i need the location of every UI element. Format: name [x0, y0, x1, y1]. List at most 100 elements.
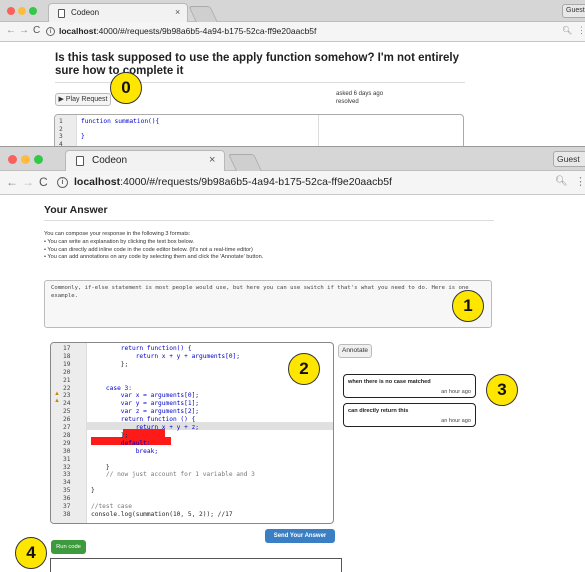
code-line: // now just account for 1 variable and 3	[91, 471, 255, 479]
line-number: 30	[63, 447, 71, 455]
line-number: 19	[63, 360, 71, 368]
maximize-window-icon[interactable]	[34, 155, 43, 164]
front-url-text[interactable]: localhost:4000/#/requests/9b98a6b5-4a94-…	[74, 176, 392, 188]
line-number: 23	[63, 392, 71, 400]
annotation-comment-2[interactable]: can directly return this an hour ago	[343, 403, 476, 427]
line-number: 33	[63, 471, 71, 479]
back-browser-tab[interactable]: Codeon ×	[48, 3, 188, 22]
menu-icon[interactable]: ⋮	[575, 175, 585, 188]
close-window-icon[interactable]	[8, 155, 17, 164]
answer-heading: Your Answer	[44, 204, 108, 216]
new-tab-button[interactable]	[228, 154, 262, 171]
code-line: return x + y + arguments[0];	[91, 352, 241, 360]
marker-3: 3	[486, 374, 518, 406]
warning-icon-23: ▲	[54, 391, 60, 397]
code-line: }	[81, 133, 85, 141]
minimize-window-icon[interactable]	[21, 155, 30, 164]
line-number: 28	[63, 431, 71, 439]
code-line: var z = arguments[2];	[91, 408, 200, 416]
instructions-list: • You can write an explanation by clicki…	[44, 239, 263, 262]
back-url-text[interactable]: localhost:4000/#/requests/9b98a6b5-4a94-…	[59, 26, 316, 36]
front-tab-bar: Codeon × Guest	[0, 147, 585, 171]
new-tab-button[interactable]	[188, 6, 218, 22]
minimize-window-icon[interactable]	[18, 7, 26, 15]
guest-profile-button[interactable]: Guest	[553, 151, 585, 167]
code-line: };	[91, 431, 129, 439]
line-number: 20	[63, 368, 71, 376]
line-number: 34	[63, 479, 71, 487]
info-icon: i	[57, 177, 68, 188]
output-console	[50, 558, 342, 572]
reload-icon[interactable]: C	[39, 175, 48, 189]
back-tab-title: Codeon	[71, 8, 100, 17]
marker-0: 0	[110, 72, 142, 104]
front-tab-title: Codeon	[92, 155, 128, 166]
status-text: resolved	[336, 99, 359, 105]
document-icon	[58, 9, 65, 18]
comment-text: when there is no case matched	[348, 379, 431, 385]
menu-icon[interactable]: ⋮	[577, 25, 585, 36]
info-icon: i	[46, 27, 55, 36]
code-line: }	[91, 487, 95, 495]
line-number: 35	[63, 487, 71, 495]
document-icon	[76, 156, 84, 166]
back-arrow-icon[interactable]: ←	[6, 25, 16, 36]
line-number: 32	[63, 463, 71, 471]
code-line: return function() {	[91, 345, 192, 352]
instruction-item: • You can write an explanation by clicki…	[44, 239, 194, 245]
forward-arrow-icon[interactable]: →	[22, 175, 34, 189]
line-number: 18	[63, 352, 71, 360]
code-line: function summation(){	[81, 118, 160, 125]
code-line: //test case	[91, 503, 132, 510]
asked-text: asked 6 days ago	[336, 91, 384, 97]
line-number: 38	[63, 510, 71, 518]
maximize-window-icon[interactable]	[29, 7, 37, 15]
code-line: return function () {	[91, 416, 196, 424]
reload-icon[interactable]: C	[33, 25, 40, 36]
zoom-icon: 🔍︎	[562, 26, 573, 35]
back-editor-divider	[318, 115, 319, 150]
run-code-button[interactable]: Run code	[51, 540, 86, 554]
line-number: 24	[63, 400, 71, 408]
line-number: 27	[63, 424, 71, 431]
line-number: 1	[59, 118, 63, 125]
line-number: 17	[63, 345, 71, 352]
annotate-button[interactable]: Annotate	[338, 344, 372, 358]
back-browser-window: Codeon × Guest ← → C i localhost:4000/#/…	[0, 0, 585, 150]
url-host: localhost	[74, 176, 121, 188]
back-code-editor[interactable]: 1 function summation(){2 3} 4	[54, 114, 464, 150]
code-line: case 3:	[91, 384, 132, 392]
comment-time: an hour ago	[441, 389, 471, 395]
forward-arrow-icon[interactable]: →	[19, 25, 29, 36]
close-tab-icon[interactable]: ×	[209, 154, 215, 166]
code-line: }	[91, 463, 110, 471]
explanation-textbox[interactable]: Commonly, if-else statement is most peop…	[44, 280, 492, 328]
url-path: :4000/#/requests/9b98a6b5-4a94-b175-52ca…	[120, 176, 392, 188]
line-number: 29	[63, 439, 71, 447]
comment-time: an hour ago	[441, 418, 471, 424]
comment-text: can directly return this	[348, 408, 409, 414]
front-browser-tab[interactable]: Codeon ×	[65, 150, 225, 171]
code-line: };	[91, 360, 129, 368]
guest-profile-button[interactable]: Guest	[562, 4, 585, 18]
line-number: 2	[59, 125, 63, 133]
back-arrow-icon[interactable]: ←	[6, 175, 18, 189]
line-number: 36	[63, 495, 71, 503]
code-line: console.log(summation(10, 5, 2)); //17	[91, 510, 233, 518]
zoom-icon: 🔍︎	[555, 176, 568, 187]
send-answer-button[interactable]: Send Your Answer	[265, 529, 335, 543]
instruction-item: • You can add annotations on any code by…	[44, 254, 264, 261]
play-request-button[interactable]: ▶ Play Request	[55, 93, 111, 106]
url-host: localhost	[59, 26, 97, 36]
marker-2: 2	[288, 353, 320, 385]
close-window-icon[interactable]	[7, 7, 15, 15]
line-number: 31	[63, 455, 71, 463]
front-address-bar: ← → C i localhost:4000/#/requests/9b98a6…	[0, 171, 585, 195]
close-tab-icon[interactable]: ×	[175, 7, 180, 17]
annotation-comment-1[interactable]: when there is no case matched an hour ag…	[343, 374, 476, 398]
heading-divider	[44, 220, 494, 221]
explanation-text: Commonly, if-else statement is most peop…	[51, 285, 469, 299]
back-address-bar: ← → C i localhost:4000/#/requests/9b98a6…	[0, 22, 585, 42]
instruction-item: • You can directly add inline code in th…	[44, 246, 253, 253]
code-line: return x + y + z;	[91, 424, 200, 431]
